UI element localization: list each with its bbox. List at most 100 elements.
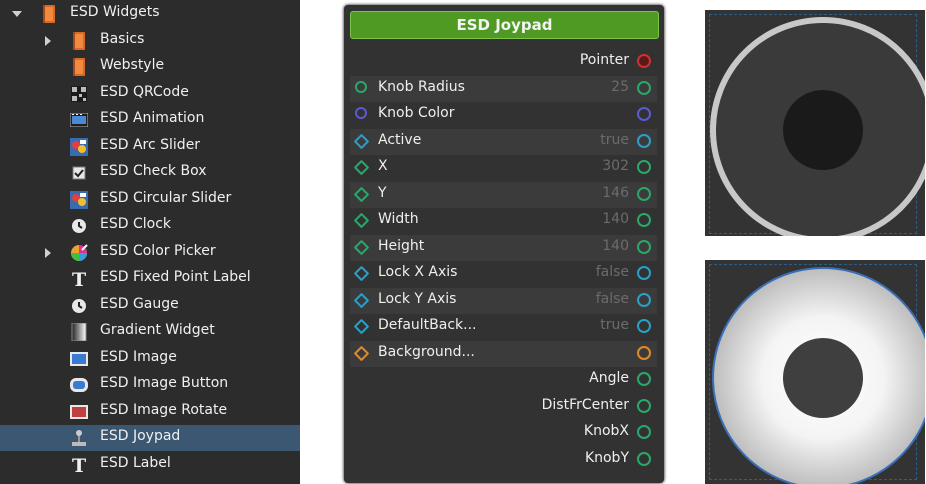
output-port-icon[interactable] bbox=[637, 451, 651, 466]
tree-item-label: ESD Clock bbox=[100, 216, 171, 232]
input-port-diamond-icon[interactable] bbox=[353, 186, 370, 202]
input-port-diamond-icon[interactable] bbox=[353, 239, 370, 255]
output-port-icon[interactable] bbox=[637, 213, 651, 227]
tree-item-label: ESD Check Box bbox=[100, 163, 207, 179]
output-port-icon[interactable] bbox=[637, 319, 651, 333]
property-row-width[interactable]: Width 140 bbox=[350, 208, 657, 234]
output-port-icon[interactable] bbox=[637, 239, 651, 254]
input-port-diamond-icon[interactable] bbox=[353, 212, 370, 229]
property-value[interactable]: false bbox=[596, 264, 629, 280]
output-port-icon[interactable] bbox=[637, 186, 651, 201]
tree-item-esd-arc-slider[interactable]: ESD Arc Slider bbox=[0, 134, 300, 160]
joypad-node[interactable]: ESD Joypad Pointer Knob Radius 25 Knob Colo… bbox=[344, 5, 664, 483]
tree-item-label: Gradient Widget bbox=[100, 322, 215, 338]
tree-item-gradient-widget[interactable]: Gradient Widget bbox=[0, 319, 300, 345]
tree-item-esd-gauge[interactable]: ESD Gauge bbox=[0, 293, 300, 319]
output-port-icon[interactable] bbox=[637, 266, 651, 280]
tree-item-label: ESD Fixed Point Label bbox=[100, 269, 251, 285]
tree-item-esd-joypad[interactable]: ESD Joypad bbox=[0, 425, 300, 451]
property-value[interactable]: true bbox=[600, 132, 629, 148]
property-value[interactable]: false bbox=[596, 291, 629, 307]
tree-item-label: ESD Label bbox=[100, 454, 171, 471]
property-row-y[interactable]: Y 146 bbox=[350, 181, 657, 208]
tree-item-label: ESD Gauge bbox=[100, 295, 179, 312]
tree-item-label: ESD Animation bbox=[100, 110, 205, 126]
input-port-circle-icon[interactable] bbox=[355, 107, 367, 119]
tree-item-esd-color-picker[interactable]: ESD Color Picker bbox=[0, 240, 300, 266]
property-row-background[interactable]: Background... bbox=[350, 340, 657, 367]
tree-item-label: ESD Arc Slider bbox=[100, 136, 201, 153]
output-port-icon[interactable] bbox=[637, 80, 651, 95]
property-row-lock-x-axis[interactable]: Lock X Axis false bbox=[350, 261, 657, 287]
property-value[interactable]: 140 bbox=[602, 238, 629, 254]
input-port-diamond-icon[interactable] bbox=[353, 159, 370, 176]
tree-item-basics[interactable]: Basics bbox=[0, 28, 300, 54]
tree-item-webstyle[interactable]: Webstyle bbox=[0, 54, 300, 80]
property-label: Lock X Axis bbox=[378, 264, 458, 280]
svg-text:T: T bbox=[72, 456, 86, 474]
tree-item-esd-image-button[interactable]: ESD Image Button bbox=[0, 372, 300, 398]
tree-item-label: Webstyle bbox=[100, 57, 165, 73]
input-port-diamond-icon[interactable] bbox=[353, 133, 370, 149]
property-value[interactable]: 140 bbox=[602, 211, 629, 227]
tree-item-esd-widgets[interactable]: ESD Widgets bbox=[0, 1, 300, 27]
tree-item-esd-animation[interactable]: ESD Animation bbox=[0, 107, 300, 133]
joypad-light-graphic bbox=[712, 267, 925, 484]
property-row-defaultback[interactable]: DefaultBack... true bbox=[350, 314, 657, 340]
output-port-icon[interactable] bbox=[637, 345, 651, 360]
output-label: DistFrCenter bbox=[541, 396, 629, 413]
animation-icon bbox=[70, 111, 88, 129]
property-row-knob-color[interactable]: Knob Color bbox=[350, 102, 657, 128]
property-value[interactable]: 25 bbox=[611, 79, 629, 95]
tree-item-esd-check-box[interactable]: ESD Check Box bbox=[0, 160, 300, 186]
input-port-diamond-icon[interactable] bbox=[353, 292, 370, 308]
output-port-icon[interactable] bbox=[637, 398, 651, 413]
tree-item-esd-circular-slider[interactable]: ESD Circular Slider bbox=[0, 187, 300, 213]
output-row-knobx: KnobX bbox=[350, 420, 657, 446]
property-label: Knob Radius bbox=[378, 78, 465, 95]
property-row-knob-radius[interactable]: Knob Radius 25 bbox=[350, 75, 657, 102]
joystick-icon bbox=[70, 429, 88, 447]
output-port-icon[interactable] bbox=[637, 425, 651, 439]
gauge-icon bbox=[70, 297, 88, 315]
qrcode-icon bbox=[70, 85, 88, 103]
collapse-arrow-icon[interactable] bbox=[45, 247, 51, 258]
tree-item-label: ESD Circular Slider bbox=[100, 189, 232, 206]
collapse-arrow-icon[interactable] bbox=[45, 35, 51, 46]
joypad-preview-dark[interactable] bbox=[705, 10, 925, 236]
output-port-icon[interactable] bbox=[637, 160, 651, 174]
color-picker-icon bbox=[70, 243, 88, 262]
input-port-diamond-icon[interactable] bbox=[353, 318, 370, 335]
property-value[interactable]: 146 bbox=[602, 185, 629, 201]
tree-item-esd-label[interactable]: T ESD Label bbox=[0, 452, 300, 478]
output-port-icon[interactable] bbox=[637, 107, 651, 121]
output-row-distfrcenter: DistFrCenter bbox=[350, 394, 657, 420]
tree-item-esd-image[interactable]: ESD Image bbox=[0, 346, 300, 372]
output-port-icon[interactable] bbox=[637, 292, 651, 307]
pointer-port-icon[interactable] bbox=[637, 54, 651, 68]
property-value[interactable]: 302 bbox=[602, 158, 629, 174]
property-value[interactable]: true bbox=[600, 317, 629, 333]
property-row-x[interactable]: X 302 bbox=[350, 155, 657, 181]
property-label: Y bbox=[378, 184, 387, 201]
property-row-active[interactable]: Active true bbox=[350, 128, 657, 155]
tree-item-label: ESD Image Button bbox=[100, 375, 229, 391]
tree-item-esd-fixed-point-label[interactable]: T ESD Fixed Point Label bbox=[0, 266, 300, 292]
output-port-icon[interactable] bbox=[637, 133, 651, 148]
expand-arrow-icon[interactable] bbox=[12, 11, 22, 17]
tree-item-esd-clock[interactable]: ESD Clock bbox=[0, 213, 300, 239]
input-port-circle-icon[interactable] bbox=[355, 80, 367, 93]
property-label: Knob Color bbox=[378, 105, 455, 121]
tree-item-label: ESD Image Rotate bbox=[100, 401, 228, 418]
property-row-lock-y-axis[interactable]: Lock Y Axis false bbox=[350, 287, 657, 314]
gradient-icon bbox=[70, 323, 88, 341]
input-port-diamond-icon[interactable] bbox=[353, 265, 370, 282]
tree-item-esd-qrcode[interactable]: ESD QRCode bbox=[0, 81, 300, 107]
image-icon bbox=[70, 350, 88, 368]
node-title[interactable]: ESD Joypad bbox=[350, 11, 659, 39]
input-port-diamond-icon[interactable] bbox=[353, 345, 370, 361]
property-row-height[interactable]: Height 140 bbox=[350, 234, 657, 261]
tree-item-esd-image-rotate[interactable]: ESD Image Rotate bbox=[0, 399, 300, 425]
joypad-preview-light[interactable] bbox=[705, 260, 925, 484]
output-port-icon[interactable] bbox=[637, 372, 651, 386]
